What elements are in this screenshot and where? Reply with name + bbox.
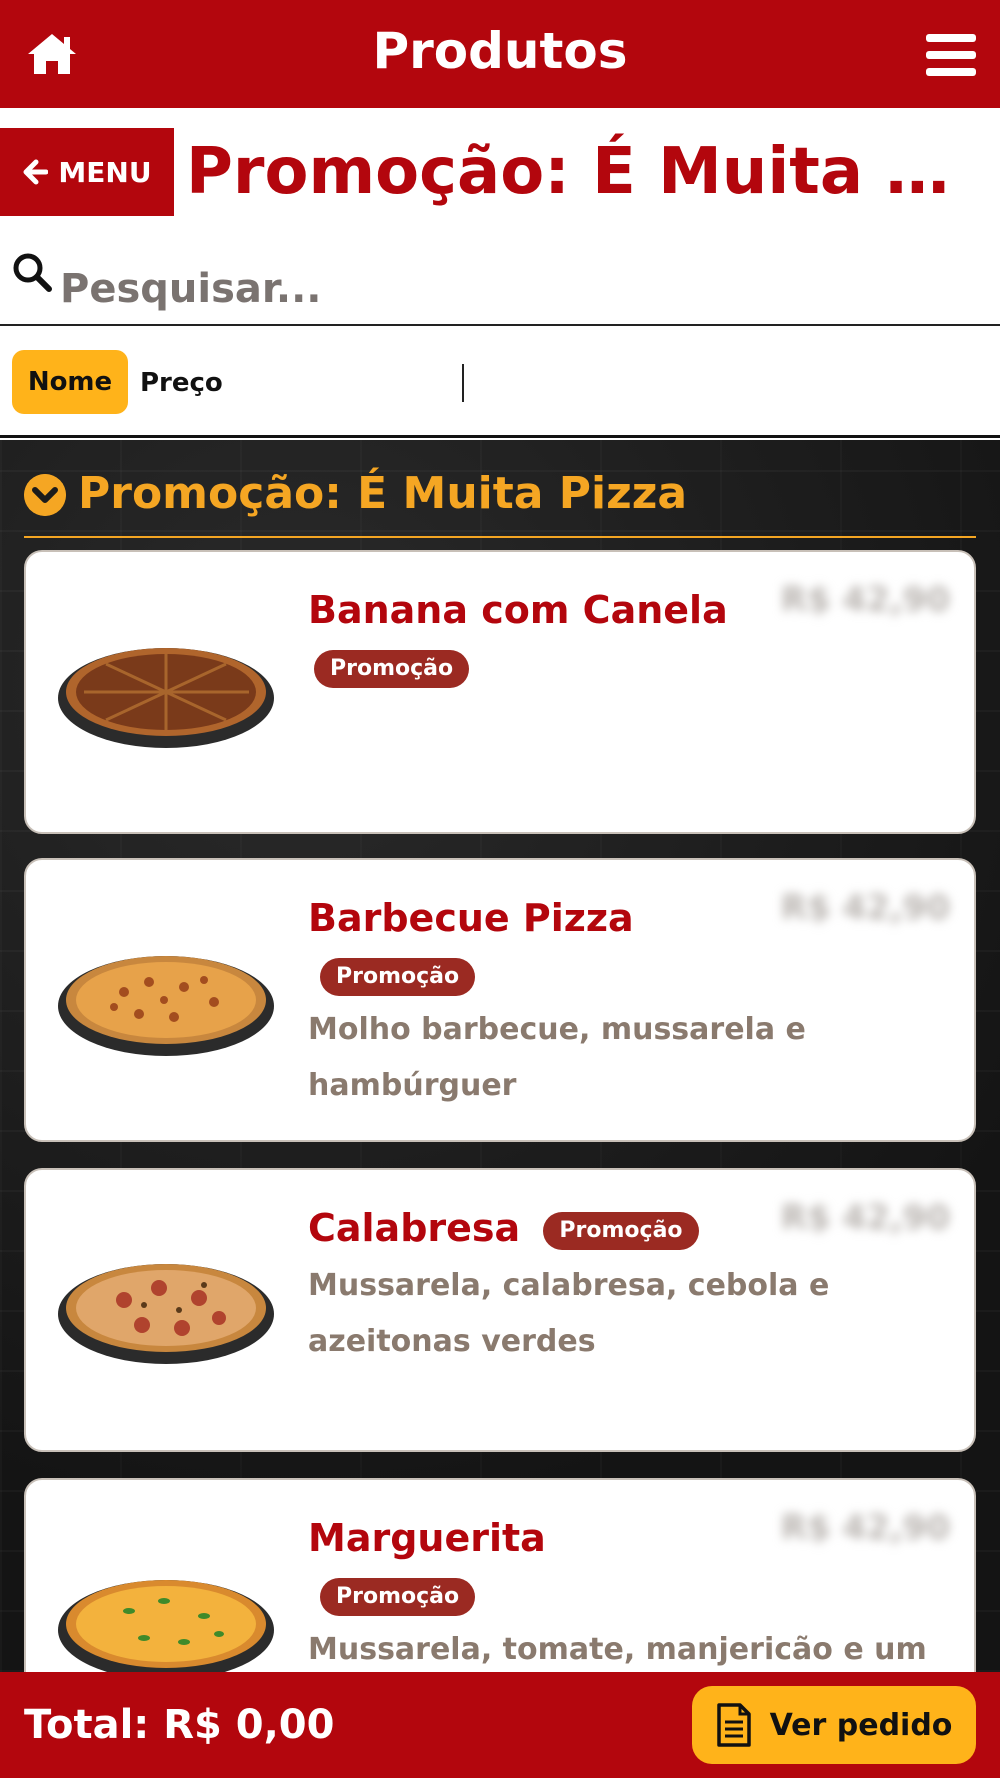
pizza-image: [58, 648, 274, 748]
view-order-button[interactable]: Ver pedido: [692, 1686, 976, 1764]
product-name: Marguerita Promoção: [308, 1510, 738, 1622]
product-price: R$ 42,90: [780, 1508, 950, 1548]
pizza-image: [58, 956, 274, 1056]
pizza-image: [58, 1580, 274, 1672]
sort-bar: Nome Preço: [0, 328, 1000, 438]
back-to-menu-button[interactable]: MENU: [0, 128, 174, 216]
product-price: R$ 42,90: [780, 580, 950, 620]
promo-badge: Promoção: [320, 1577, 476, 1616]
section-title: Promoção: É Muita Pizza: [78, 468, 688, 519]
product-name: Calabresa Promoção: [308, 1200, 738, 1256]
product-price: R$ 42,90: [780, 1198, 950, 1238]
search-icon: [13, 253, 52, 292]
promo-badge: Promoção: [543, 1211, 699, 1250]
chevron-down-circle-icon: [24, 474, 66, 516]
section-header[interactable]: Promoção: É Muita Pizza: [24, 468, 976, 538]
product-list[interactable]: Promoção: É Muita Pizza Banana com Canel…: [0, 440, 1000, 1672]
promo-badge: Promoção: [314, 649, 470, 688]
category-header: MENU Promoção: É Muita Piz...: [0, 128, 1000, 216]
product-description: Molho barbecue, mussarela e hambúrguer: [308, 1012, 806, 1103]
product-description: Mussarela, tomate, manjericão e um: [308, 1632, 927, 1667]
sort-by-price-button[interactable]: Preço: [140, 368, 223, 398]
product-card[interactable]: Banana com Canela Promoção R$ 42,90: [24, 550, 976, 834]
search-bar[interactable]: Pesquisar...: [0, 240, 1000, 326]
pizza-image: [58, 1264, 274, 1364]
bottom-bar: Total: R$ 0,00 Ver pedido: [0, 1672, 1000, 1778]
sort-divider: [462, 364, 464, 402]
promo-badge: Promoção: [320, 957, 476, 996]
product-card[interactable]: Barbecue Pizza Promoção Molho barbecue, …: [24, 858, 976, 1142]
category-title: Promoção: É Muita Piz...: [186, 135, 988, 209]
product-name: Banana com Canela Promoção: [308, 582, 738, 694]
page-title: Produtos: [372, 22, 628, 80]
product-name: Barbecue Pizza Promoção: [308, 890, 738, 1002]
search-input[interactable]: Pesquisar...: [60, 266, 321, 312]
sort-by-name-button[interactable]: Nome: [12, 350, 128, 414]
product-price: R$ 42,90: [780, 888, 950, 928]
top-bar: Produtos: [0, 0, 1000, 108]
product-description: Mussarela, calabresa, cebola e azeitonas…: [308, 1268, 830, 1359]
arrow-left-icon: [23, 159, 49, 185]
hamburger-icon[interactable]: [926, 34, 976, 76]
view-order-label: Ver pedido: [769, 1707, 953, 1743]
product-card[interactable]: Calabresa Promoção Mussarela, calabresa,…: [24, 1168, 976, 1452]
menu-button-label: MENU: [58, 155, 152, 189]
order-total: Total: R$ 0,00: [24, 1702, 335, 1748]
document-icon: [716, 1703, 751, 1747]
product-card[interactable]: Marguerita Promoção Mussarela, tomate, m…: [24, 1478, 976, 1672]
